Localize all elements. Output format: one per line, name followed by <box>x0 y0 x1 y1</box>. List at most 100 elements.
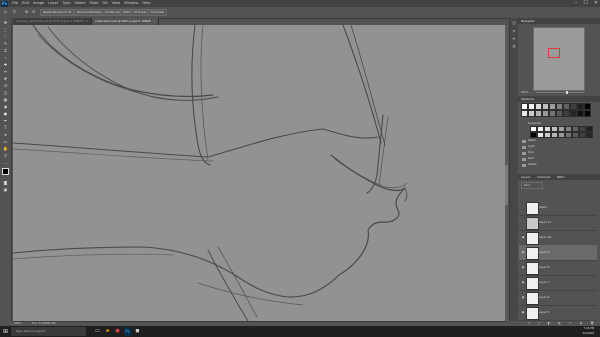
tab-swatches[interactable]: Swatches <box>518 97 537 101</box>
layer-name[interactable]: Layer 5 <box>539 310 549 314</box>
color-swatch[interactable] <box>521 110 528 117</box>
layer-name[interactable]: Layer 11 <box>539 220 551 224</box>
swatch-group-pastel[interactable]: Pastel <box>528 139 536 142</box>
zoom-in-icon[interactable]: ⊕ <box>24 9 29 14</box>
layer-name[interactable]: Layer 8 <box>539 265 549 269</box>
foreground-color-swatch[interactable] <box>2 168 9 175</box>
character-panel-icon[interactable]: A <box>511 44 517 50</box>
scrollbar-thumb[interactable] <box>505 165 508 205</box>
grayscale-swatch[interactable] <box>537 132 544 138</box>
visibility-eye-icon[interactable] <box>521 220 525 224</box>
menu-type[interactable]: Type <box>60 0 72 7</box>
color-swatch[interactable] <box>570 103 577 110</box>
layer-row[interactable]: ◉ Layer 10 <box>519 230 597 246</box>
home-icon[interactable]: ⌂ <box>3 9 8 14</box>
layer-style-icon[interactable]: ƒ <box>538 321 539 325</box>
color-swatch[interactable] <box>584 110 591 117</box>
zoom-all-windows-checkbox[interactable]: Zoom All Windows <box>74 9 104 16</box>
new-group-icon[interactable]: ▭ <box>569 321 572 325</box>
close-tab-icon[interactable]: × <box>86 20 88 23</box>
menu-select[interactable]: Select <box>73 0 88 7</box>
path-select-icon[interactable]: ➤ <box>2 132 9 138</box>
color-swatch[interactable] <box>535 110 542 117</box>
history-panel-icon[interactable]: ◷ <box>511 20 517 26</box>
tab-layers[interactable]: Layers <box>518 175 533 179</box>
navigator-zoom-value[interactable]: 200% <box>521 91 528 94</box>
menu-filter[interactable]: Filter <box>88 0 101 7</box>
visibility-eye-icon[interactable]: ◉ <box>521 265 525 269</box>
swatch-group-grayscale[interactable]: Grayscale <box>528 122 541 125</box>
layer-row[interactable]: ◉ Layer 7 <box>519 275 597 291</box>
visibility-eye-icon[interactable]: ◉ <box>521 310 525 314</box>
navigator-thumbnail[interactable] <box>533 27 585 91</box>
swatch-group-light[interactable]: Light <box>528 145 534 148</box>
color-swatch[interactable] <box>549 103 556 110</box>
color-swatch[interactable] <box>528 103 535 110</box>
app-icon-2[interactable]: ◼ <box>134 327 141 336</box>
new-layer-icon[interactable]: ⊞ <box>580 321 583 325</box>
grayscale-swatch[interactable] <box>565 132 572 138</box>
color-swatch[interactable] <box>556 110 563 117</box>
menu-file[interactable]: File <box>10 0 20 7</box>
layer-row[interactable]: ◉ Layer 8 <box>519 260 597 276</box>
color-swatch[interactable] <box>542 103 549 110</box>
marquee-tool-icon[interactable]: ⬚ <box>2 27 9 33</box>
tray-clock[interactable]: 7:16 PM 4/2/2018 <box>582 326 594 336</box>
clone-stamp-icon[interactable]: ⎈ <box>2 76 9 82</box>
rectangle-tool-icon[interactable]: ▭ <box>2 139 9 145</box>
link-layers-icon[interactable]: ∞ <box>528 321 531 325</box>
canvas-vertical-scrollbar[interactable] <box>505 25 508 321</box>
hand-tool-icon[interactable]: ✋ <box>2 146 9 152</box>
menu-help[interactable]: Help <box>140 0 152 7</box>
color-swatch[interactable] <box>535 103 542 110</box>
gradient-tool-icon[interactable]: ▦ <box>2 97 9 103</box>
color-swatch[interactable] <box>577 103 584 110</box>
quick-select-tool-icon[interactable]: ✎ <box>2 41 9 47</box>
properties-panel-icon[interactable]: ≡ <box>511 28 517 34</box>
zoom-tool-icon[interactable]: ⚲ <box>12 9 17 14</box>
menu-view[interactable]: View <box>110 0 123 7</box>
visibility-eye-icon[interactable]: ◉ <box>521 250 525 254</box>
grayscale-swatch[interactable] <box>551 132 558 138</box>
quick-mask-icon[interactable]: ◙ <box>2 180 9 186</box>
screen-mode-icon[interactable]: ▣ <box>2 187 9 193</box>
color-swatch[interactable] <box>570 110 577 117</box>
layer-row[interactable]: paper <box>519 200 597 216</box>
visibility-eye-icon[interactable]: ◉ <box>521 235 525 239</box>
layer-name[interactable]: Layer 9 <box>539 250 549 254</box>
crop-tool-icon[interactable]: ⌗ <box>2 48 9 54</box>
visibility-eye-icon[interactable]: ◉ <box>521 280 525 284</box>
layer-row[interactable]: ◉ Layer 6 <box>519 290 597 306</box>
minimize-button[interactable]: – <box>575 0 578 7</box>
grayscale-swatch[interactable] <box>544 132 551 138</box>
delete-layer-icon[interactable]: 🗑 <box>590 321 594 325</box>
visibility-eye-icon[interactable] <box>521 205 525 209</box>
task-view-icon[interactable]: ▭ <box>94 327 101 336</box>
menu-3d[interactable]: 3D <box>101 0 110 7</box>
tab-cartoon[interactable]: soundcrp_cartoon01.psd @ 33.3% (Layer 9,… <box>13 18 93 25</box>
adjustment-layer-icon[interactable]: ◐ <box>558 321 561 325</box>
tab-navigator[interactable]: Navigator <box>518 19 538 23</box>
tab-paths[interactable]: Paths <box>554 175 568 179</box>
layer-name[interactable]: Layer 10 <box>539 235 551 239</box>
healing-brush-icon[interactable]: ✚ <box>2 62 9 68</box>
photoshop-taskbar-icon[interactable]: Ps <box>124 327 131 336</box>
close-button[interactable]: ✕ <box>594 0 598 7</box>
color-swatch[interactable] <box>563 110 570 117</box>
zoom-slider-knob[interactable] <box>566 91 568 94</box>
layer-row[interactable]: Layer 11 <box>519 215 597 231</box>
swatch-group-darker[interactable]: Darker <box>528 163 537 166</box>
layer-name[interactable]: Layer 6 <box>539 295 549 299</box>
move-tool-icon[interactable]: ✥ <box>2 20 9 26</box>
resize-windows-checkbox[interactable]: Resize Windows to Fit <box>40 9 75 16</box>
grayscale-swatch[interactable] <box>572 132 579 138</box>
blur-tool-icon[interactable]: ◆ <box>2 104 9 110</box>
tab-channels[interactable]: Channels <box>534 175 553 179</box>
brush-tool-icon[interactable]: ✏ <box>2 69 9 75</box>
windows-start-icon[interactable]: ⊞ <box>2 327 9 336</box>
menu-edit[interactable]: Edit <box>20 0 31 7</box>
color-swatch[interactable] <box>549 110 556 117</box>
pen-tool-icon[interactable]: ✒ <box>2 118 9 124</box>
layer-name[interactable]: Layer 7 <box>539 280 549 284</box>
layer-row[interactable]: ◉ Layer 5 <box>519 305 597 321</box>
